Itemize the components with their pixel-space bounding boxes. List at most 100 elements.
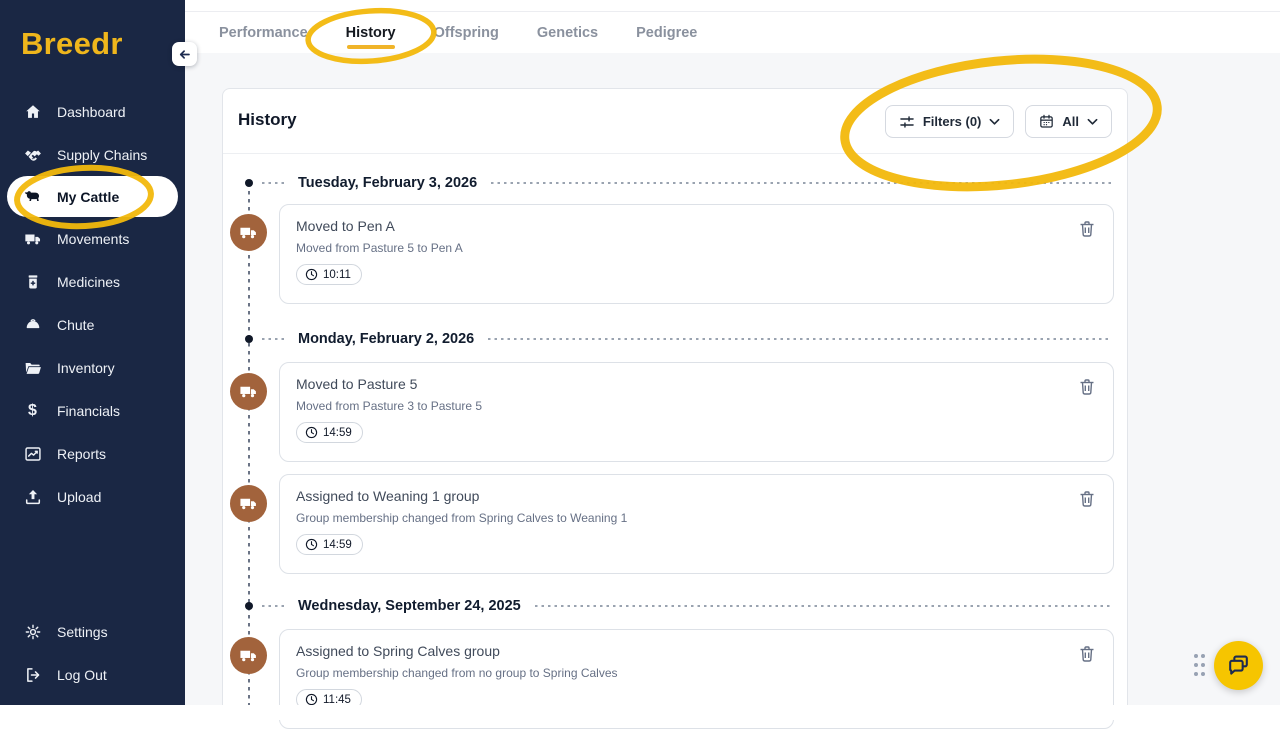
sidebar-item-label: Log Out [57, 666, 107, 683]
timeline-line [248, 183, 250, 705]
event-description: Moved from Pasture 5 to Pen A [296, 241, 463, 255]
chat-button[interactable] [1214, 641, 1263, 690]
sliders-icon [900, 115, 914, 128]
truck-icon [240, 386, 256, 398]
sidebar-item-supply-chains[interactable]: Supply Chains [0, 133, 185, 176]
sidebar-nav: Dashboard Supply Chains My Cattle Moveme… [0, 90, 185, 518]
dashed-line [491, 182, 1111, 184]
event-title: Assigned to Weaning 1 group [296, 488, 480, 504]
trash-icon [1080, 491, 1094, 507]
handshake-icon [23, 145, 42, 164]
event-title: Assigned to Spring Calves group [296, 643, 500, 659]
event-card: Moved to Pen A Moved from Pasture 5 to P… [279, 204, 1114, 304]
timeline-date-row: Monday, February 2, 2026 [241, 329, 1111, 349]
sidebar-item-movements[interactable]: Movements [0, 217, 185, 260]
sidebar-item-inventory[interactable]: Inventory [0, 346, 185, 389]
sidebar-item-label: Settings [57, 623, 108, 640]
history-panel: History Filters (0) All Tuesday, Februar… [222, 88, 1128, 729]
clock-icon [305, 426, 318, 439]
event-time: 14:59 [323, 426, 352, 439]
sidebar-item-my-cattle[interactable]: My Cattle [7, 176, 178, 217]
sidebar-item-medicines[interactable]: Medicines [0, 260, 185, 303]
panel-title: History [238, 110, 297, 129]
event-time: 10:11 [323, 268, 351, 281]
timeline-date: Tuesday, February 3, 2026 [298, 175, 478, 191]
event-card: Moved to Pasture 5 Moved from Pasture 3 … [279, 362, 1114, 462]
arrow-left-icon [179, 49, 190, 59]
timeline-date-row: Tuesday, February 3, 2026 [241, 173, 1111, 193]
delete-event-button[interactable] [1077, 219, 1097, 239]
event-truck-badge [230, 373, 267, 410]
upload-icon [23, 487, 42, 506]
sidebar-item-label: Movements [57, 230, 130, 247]
sidebar-item-log-out[interactable]: Log Out [0, 653, 185, 696]
sidebar-item-financials[interactable]: $ Financials [0, 389, 185, 432]
event-truck-badge [230, 485, 267, 522]
tab-bar: Performance History Offspring Genetics P… [185, 0, 1280, 53]
event-truck-badge [230, 637, 267, 674]
timeline-date: Monday, February 2, 2026 [298, 331, 475, 347]
sidebar-item-label: Financials [57, 402, 121, 419]
panel-header: History Filters (0) All [223, 89, 1127, 154]
clock-icon [305, 538, 318, 551]
delete-event-button[interactable] [1077, 489, 1097, 509]
weight-icon [23, 315, 42, 334]
event-description: Group membership changed from Spring Cal… [296, 511, 628, 525]
medicine-bottle-icon [23, 272, 42, 291]
filters-button[interactable]: Filters (0) [884, 105, 1015, 138]
sidebar-collapse-button[interactable] [172, 42, 197, 66]
drag-dots-icon [1194, 654, 1205, 676]
sidebar-footer: Settings Log Out [0, 610, 185, 696]
tab-history[interactable]: History [346, 25, 396, 41]
sidebar-item-chute[interactable]: Chute [0, 303, 185, 346]
event-description: Group membership changed from no group t… [296, 666, 618, 680]
cow-icon [23, 187, 42, 206]
folder-icon [23, 358, 42, 377]
truck-icon [23, 229, 42, 248]
date-range-button[interactable]: All [1025, 105, 1112, 138]
sidebar: Breedr Dashboard Supply Chains My Cattle… [0, 0, 185, 705]
event-time: 14:59 [323, 538, 352, 551]
event-time: 11:45 [323, 693, 351, 706]
timeline-date: Wednesday, September 24, 2025 [298, 598, 521, 614]
truck-icon [240, 650, 256, 662]
event-time-chip: 14:59 [296, 534, 363, 555]
tab-performance[interactable]: Performance [219, 25, 308, 41]
trash-icon [1080, 646, 1094, 662]
logout-icon [23, 665, 42, 684]
date-range-button-label: All [1062, 114, 1079, 129]
dashed-line [262, 182, 284, 184]
chat-drag-handle[interactable] [1192, 651, 1206, 686]
chevron-down-icon [989, 118, 1000, 125]
window-bottom-edge [0, 705, 1280, 720]
sidebar-item-upload[interactable]: Upload [0, 475, 185, 518]
tab-offspring[interactable]: Offspring [434, 25, 499, 41]
sidebar-item-dashboard[interactable]: Dashboard [0, 90, 185, 133]
sidebar-item-reports[interactable]: Reports [0, 432, 185, 475]
clock-icon [305, 268, 318, 281]
calendar-icon [1040, 114, 1054, 128]
sidebar-item-settings[interactable]: Settings [0, 610, 185, 653]
timeline-dot [245, 602, 253, 610]
tab-pedigree[interactable]: Pedigree [636, 25, 697, 41]
delete-event-button[interactable] [1077, 377, 1097, 397]
delete-event-button[interactable] [1077, 644, 1097, 664]
line-chart-icon [23, 444, 42, 463]
sidebar-item-label: Supply Chains [57, 146, 148, 163]
event-card: Assigned to Weaning 1 group Group member… [279, 474, 1114, 574]
tab-genetics[interactable]: Genetics [537, 25, 598, 41]
truck-icon [240, 498, 256, 510]
event-time-chip: 10:11 [296, 264, 362, 285]
home-icon [23, 102, 42, 121]
event-truck-badge [230, 214, 267, 251]
timeline-dot [245, 335, 253, 343]
sidebar-item-label: Inventory [57, 359, 115, 376]
sidebar-item-label: Upload [57, 488, 102, 505]
filters-button-label: Filters (0) [922, 114, 982, 129]
chevron-down-icon [1087, 118, 1098, 125]
breedr-logo: Breedr [21, 26, 123, 61]
gear-icon [23, 622, 42, 641]
tabs: Performance History Offspring Genetics P… [219, 12, 697, 53]
dashed-line [488, 338, 1111, 340]
truck-icon [240, 227, 256, 239]
